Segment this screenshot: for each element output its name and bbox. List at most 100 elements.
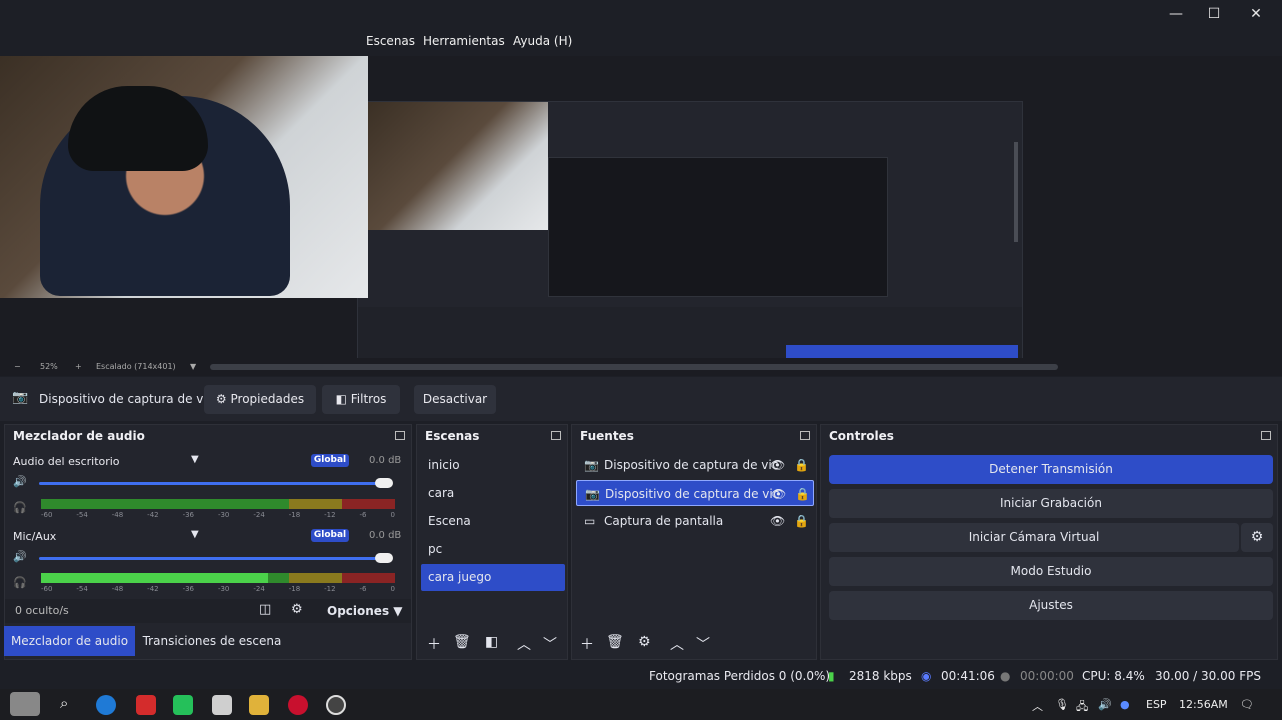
camera-icon: 📷 [585, 487, 600, 501]
scene-item[interactable]: inicio [421, 452, 565, 479]
channel-menu-icon[interactable]: ▼ [191, 454, 199, 465]
zoom-in-button[interactable]: + [75, 362, 82, 371]
volume-icon[interactable]: 🔊 [13, 475, 27, 488]
tab-scene-transitions[interactable]: Transiciones de escena [140, 626, 284, 656]
scene-item-selected[interactable]: cara juego [421, 564, 565, 591]
whatsapp-icon[interactable] [173, 695, 193, 715]
scale-tick: -48 [111, 585, 124, 593]
language-indicator[interactable]: ESP [1146, 698, 1167, 711]
source-item[interactable]: 📷 Dispositivo de captura de vic 👁 🔒 [576, 452, 814, 478]
monitor-headphone-icon[interactable]: 🎧 [13, 501, 27, 514]
scene-item[interactable]: pc [421, 536, 565, 563]
add-scene-icon[interactable]: ＋ [427, 634, 441, 654]
undock-icon[interactable] [800, 431, 810, 440]
deactivate-button[interactable]: Desactivar [414, 385, 496, 414]
source-name: Captura de pantalla [604, 514, 724, 528]
move-up-icon[interactable]: ︿ [517, 634, 531, 654]
options-label: Opciones [327, 604, 390, 618]
microphone-icon[interactable]: 🎙 [1055, 698, 1069, 711]
settings-button[interactable]: Ajustes [829, 591, 1273, 620]
source-toolbar: 📷 Dispositivo de captura de v ⚙ Propieda… [0, 377, 1282, 421]
scale-tick: -18 [288, 585, 301, 593]
obs-icon[interactable] [326, 695, 346, 715]
channel-menu-icon[interactable]: ▼ [191, 529, 199, 540]
program-preview[interactable] [0, 56, 1282, 368]
eye-icon[interactable]: 👁 [771, 481, 786, 507]
undock-icon[interactable] [395, 431, 405, 440]
lock-icon[interactable]: 🔒 [794, 452, 809, 478]
properties-button[interactable]: ⚙ Propiedades [204, 385, 316, 414]
scene-item[interactable]: Escena [421, 508, 565, 535]
camera-icon: 📷 [12, 390, 29, 405]
app-icon[interactable] [212, 695, 232, 715]
edge-icon[interactable] [96, 695, 116, 715]
start-virtual-camera-button[interactable]: Iniciar Cámara Virtual [829, 523, 1239, 552]
layout-toggle-icon[interactable]: ◫ [259, 602, 271, 617]
source-item[interactable]: ▭ Captura de pantalla 👁 🔒 [576, 508, 814, 534]
monitor-headphone-icon[interactable]: 🎧 [13, 576, 27, 589]
eye-icon[interactable]: 👁 [770, 508, 785, 534]
start-logo-icon[interactable] [10, 692, 40, 716]
options-button[interactable]: Opciones ▼ [327, 604, 403, 618]
undock-icon[interactable] [551, 431, 561, 440]
search-icon[interactable]: ⌕ [60, 694, 68, 712]
audio-meter [41, 499, 395, 509]
studio-mode-button[interactable]: Modo Estudio [829, 557, 1273, 586]
start-recording-button[interactable]: Iniciar Grabación [829, 489, 1273, 518]
notifications-icon[interactable]: 🗨 [1240, 698, 1254, 711]
close-button[interactable]: ✕ [1246, 4, 1266, 24]
virtual-camera-settings-button[interactable]: ⚙ [1241, 523, 1273, 552]
horizontal-scrollbar[interactable] [210, 364, 1058, 370]
channel-db: 0.0 dB [369, 530, 402, 541]
menu-tools[interactable]: Herramientas [423, 34, 505, 48]
monitor-icon: ▭ [584, 514, 596, 528]
trash-icon[interactable]: 🗑 [453, 634, 471, 650]
maximize-button[interactable]: ☐ [1204, 4, 1224, 24]
app-tray-icon[interactable]: ● [1120, 698, 1130, 711]
move-down-icon[interactable]: ﹀ [543, 634, 557, 654]
cpu-usage: CPU: 8.4% [1082, 669, 1145, 683]
move-down-icon[interactable]: ﹀ [696, 634, 710, 654]
minimize-button[interactable]: — [1166, 4, 1186, 24]
clock[interactable]: 12:56AM [1179, 698, 1228, 711]
menu-scenes[interactable]: Escenas [366, 34, 415, 48]
scale-tick: -60 [41, 585, 53, 593]
menu-help[interactable]: Ayuda (H) [513, 34, 572, 48]
zoom-out-button[interactable]: − [14, 362, 21, 371]
meter-scale: -60 -54 -48 -42 -36 -30 -24 -18 -12 -6 0 [41, 511, 395, 519]
scene-item[interactable]: cara [421, 480, 565, 507]
scenes-title: Escenas [425, 429, 480, 443]
volume-slider[interactable] [39, 557, 389, 560]
speaker-icon[interactable]: 🔊 [1098, 698, 1112, 711]
controls-dock: Controles Detener Transmisión Iniciar Gr… [820, 424, 1278, 660]
lock-icon[interactable]: 🔒 [795, 481, 810, 507]
source-item-selected[interactable]: 📷 Dispositivo de captura de vic 👁 🔒 [576, 480, 814, 506]
tab-audio-mixer[interactable]: Mezclador de audio [4, 626, 135, 656]
dropped-frames: Fotogramas Perdidos 0 (0.0%) [649, 669, 831, 683]
volume-slider[interactable] [39, 482, 389, 485]
scale-dropdown-icon[interactable]: ▼ [190, 362, 196, 371]
audio-mixer-dock: Mezclador de audio Audio del escritorio … [4, 424, 412, 660]
undock-icon[interactable] [1261, 431, 1271, 440]
eye-icon[interactable]: 👁 [770, 452, 785, 478]
scene-filter-icon[interactable]: ◧ [485, 634, 498, 650]
opera-icon[interactable] [288, 695, 308, 715]
scale-tick: -12 [324, 511, 336, 519]
trash-icon[interactable]: 🗑 [606, 634, 624, 650]
app-icon[interactable] [136, 695, 156, 715]
window-titlebar: — ☐ ✕ [0, 0, 1282, 28]
tray-expand-icon[interactable]: ︿ [1032, 698, 1043, 714]
stop-stream-button[interactable]: Detener Transmisión [829, 455, 1273, 484]
volume-slider-knob[interactable] [375, 553, 393, 563]
network-icon[interactable]: 🖧 [1076, 698, 1088, 717]
volume-icon[interactable]: 🔊 [13, 550, 27, 563]
add-source-icon[interactable]: ＋ [580, 634, 594, 654]
folder-icon[interactable] [249, 695, 269, 715]
move-up-icon[interactable]: ︿ [670, 634, 684, 654]
lock-icon[interactable]: 🔒 [794, 508, 809, 534]
gear-icon[interactable]: ⚙ [638, 634, 651, 650]
stream-time: 00:41:06 [941, 669, 995, 683]
volume-slider-knob[interactable] [375, 478, 393, 488]
advanced-audio-icon[interactable]: ⚙ [291, 602, 303, 617]
filters-button[interactable]: ◧ Filtros [322, 385, 400, 414]
